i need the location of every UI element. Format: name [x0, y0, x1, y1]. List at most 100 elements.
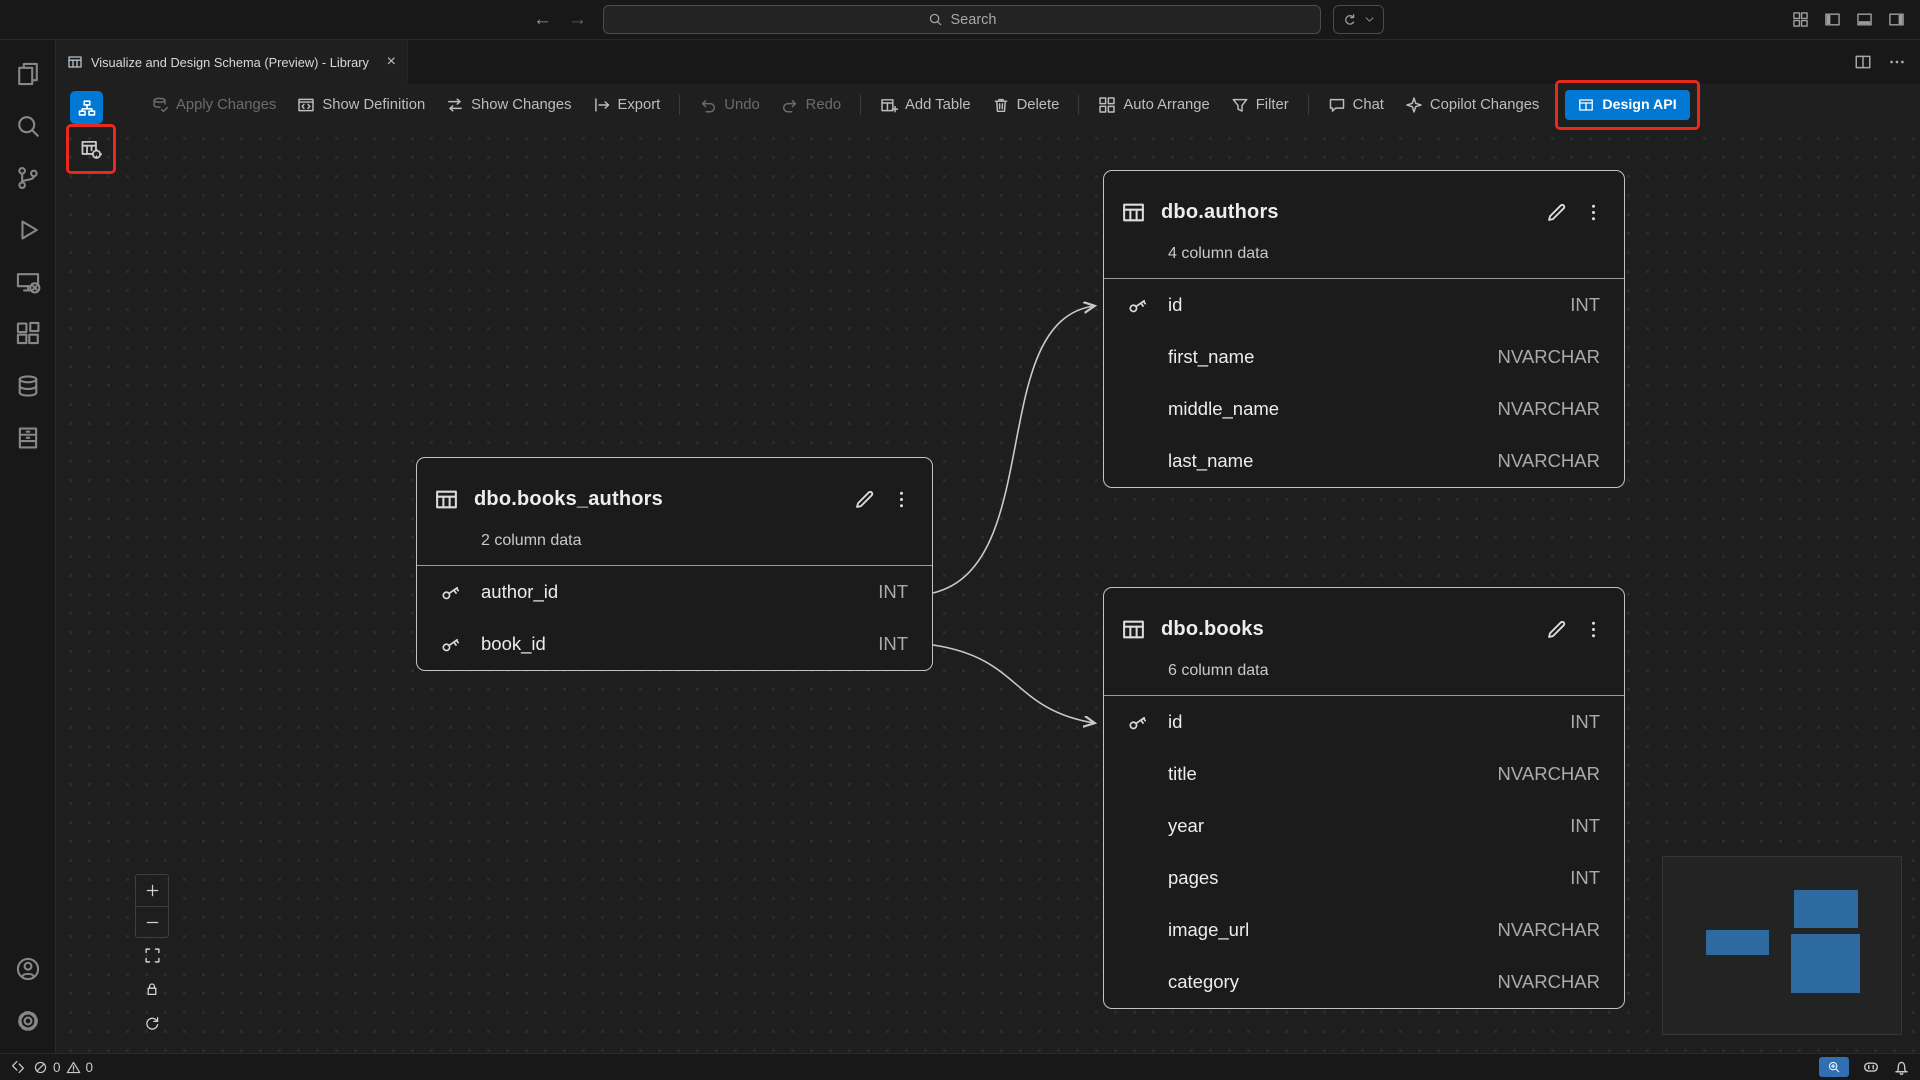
add-table-button[interactable]: Add Table — [871, 91, 980, 119]
entity-table-books-authors[interactable]: dbo.books_authors 2 column data author_i… — [416, 457, 933, 671]
design-api-icon — [1578, 97, 1594, 113]
undo-button[interactable]: Undo — [690, 91, 768, 119]
zoom-in-icon — [145, 883, 160, 898]
source-control-icon[interactable] — [4, 152, 52, 204]
tab-schema-designer[interactable]: Visualize and Design Schema (Preview) - … — [56, 40, 408, 84]
toggle-secondary-sidebar-icon[interactable] — [1888, 11, 1905, 28]
zoom-indicator[interactable] — [1819, 1057, 1849, 1077]
column-name: title — [1168, 763, 1498, 785]
kebab-menu-icon[interactable] — [1583, 619, 1604, 640]
back-arrow-icon[interactable]: ← — [533, 9, 552, 31]
lock-button[interactable] — [135, 972, 169, 1006]
split-editor-icon[interactable] — [1854, 53, 1872, 71]
zoom-controls — [135, 874, 169, 1040]
design-api-button[interactable]: Design API — [1565, 90, 1689, 120]
toggle-primary-sidebar-icon[interactable] — [1824, 11, 1841, 28]
kebab-menu-icon[interactable] — [891, 489, 912, 510]
zoom-out-button[interactable] — [136, 906, 168, 937]
zoom-in-button[interactable] — [136, 875, 168, 906]
column-name: id — [1168, 711, 1570, 733]
account-icon[interactable] — [4, 943, 52, 995]
table-row[interactable]: pages INT — [1104, 852, 1624, 904]
delete-button[interactable]: Delete — [983, 91, 1069, 119]
table-row[interactable]: book_id INT — [417, 618, 932, 670]
forward-arrow-icon[interactable]: → — [568, 9, 587, 31]
table-row[interactable]: author_id INT — [417, 566, 932, 618]
copilot-changes-button[interactable]: Copilot Changes — [1396, 91, 1548, 119]
search-input[interactable]: Search — [603, 5, 1321, 34]
auto-arrange-label: Auto Arrange — [1123, 97, 1209, 113]
column-name: author_id — [481, 581, 878, 603]
table-row[interactable]: year INT — [1104, 800, 1624, 852]
command-center-toggle[interactable] — [1333, 5, 1384, 34]
export-label: Export — [618, 97, 661, 113]
table-row[interactable]: category NVARCHAR — [1104, 956, 1624, 1008]
table-definitions-button[interactable] — [75, 133, 107, 165]
database-icon[interactable] — [4, 360, 52, 412]
copilot-icon[interactable] — [1862, 1058, 1880, 1076]
show-definition-button[interactable]: Show Definition — [288, 91, 434, 119]
table-row[interactable]: image_url NVARCHAR — [1104, 904, 1624, 956]
chat-loop-icon — [1342, 12, 1358, 28]
filter-label: Filter — [1256, 97, 1289, 113]
table-row[interactable]: title NVARCHAR — [1104, 748, 1624, 800]
entity-table-authors[interactable]: dbo.authors 4 column data id INT — [1103, 170, 1625, 488]
run-debug-icon[interactable] — [4, 204, 52, 256]
column-count: 4 column data — [1168, 245, 1624, 263]
column-name: book_id — [481, 633, 878, 655]
table-row[interactable]: first_name NVARCHAR — [1104, 331, 1624, 383]
extensions-icon[interactable] — [4, 308, 52, 360]
diagram-canvas[interactable]: dbo.books_authors 2 column data author_i… — [56, 126, 1920, 1053]
relationship-connectors — [56, 126, 1920, 1053]
show-changes-icon — [446, 96, 464, 114]
close-icon[interactable]: × — [387, 54, 396, 70]
show-changes-button[interactable]: Show Changes — [437, 91, 580, 119]
remote-indicator[interactable] — [10, 1059, 26, 1075]
fk-connector-books[interactable] — [933, 645, 1094, 723]
apply-changes-label: Apply Changes — [176, 97, 276, 113]
table-row[interactable]: middle_name NVARCHAR — [1104, 383, 1624, 435]
add-table-icon — [880, 96, 898, 114]
fit-view-button[interactable] — [135, 938, 169, 972]
remote-explorer-icon[interactable] — [4, 256, 52, 308]
edit-pencil-icon[interactable] — [1545, 201, 1568, 224]
designer-toolbar: Apply Changes Show Definition Show Chang… — [56, 84, 1920, 126]
column-name: first_name — [1168, 346, 1498, 368]
column-name: middle_name — [1168, 398, 1498, 420]
settings-gear-icon[interactable] — [4, 995, 52, 1047]
lock-icon — [144, 981, 160, 997]
search-icon[interactable] — [4, 100, 52, 152]
edit-pencil-icon[interactable] — [853, 488, 876, 511]
problems-indicator[interactable]: 0 0 — [33, 1060, 93, 1075]
column-name: year — [1168, 815, 1570, 837]
table-icon — [1121, 617, 1146, 642]
more-actions-icon[interactable] — [1888, 53, 1906, 71]
apply-changes-button[interactable]: Apply Changes — [142, 91, 285, 119]
warning-icon — [66, 1060, 81, 1075]
key-icon — [436, 577, 465, 606]
minimap[interactable] — [1662, 856, 1902, 1035]
toggle-panel-icon[interactable] — [1856, 11, 1873, 28]
schema-view-button[interactable] — [70, 91, 103, 124]
table-row[interactable]: id INT — [1104, 696, 1624, 748]
fk-connector-authors[interactable] — [933, 306, 1094, 593]
table-name: dbo.authors — [1161, 201, 1279, 224]
filter-button[interactable]: Filter — [1222, 91, 1298, 119]
sync-button[interactable] — [135, 1006, 169, 1040]
table-row[interactable]: id INT — [1104, 279, 1624, 331]
files-icon[interactable] — [4, 48, 52, 100]
database-projects-icon[interactable] — [4, 412, 52, 464]
redo-button[interactable]: Redo — [772, 91, 850, 119]
table-row[interactable]: last_name NVARCHAR — [1104, 435, 1624, 487]
show-changes-label: Show Changes — [471, 97, 571, 113]
kebab-menu-icon[interactable] — [1583, 202, 1604, 223]
auto-arrange-button[interactable]: Auto Arrange — [1089, 91, 1218, 119]
entity-table-books[interactable]: dbo.books 6 column data id INT — [1103, 587, 1625, 1009]
schema-designer-tab-icon — [67, 54, 83, 70]
customize-layout-icon[interactable] — [1792, 11, 1809, 28]
edit-pencil-icon[interactable] — [1545, 618, 1568, 641]
export-button[interactable]: Export — [584, 91, 670, 119]
undo-label: Undo — [724, 97, 759, 113]
bell-icon[interactable] — [1893, 1059, 1910, 1076]
chat-button[interactable]: Chat — [1319, 91, 1393, 119]
